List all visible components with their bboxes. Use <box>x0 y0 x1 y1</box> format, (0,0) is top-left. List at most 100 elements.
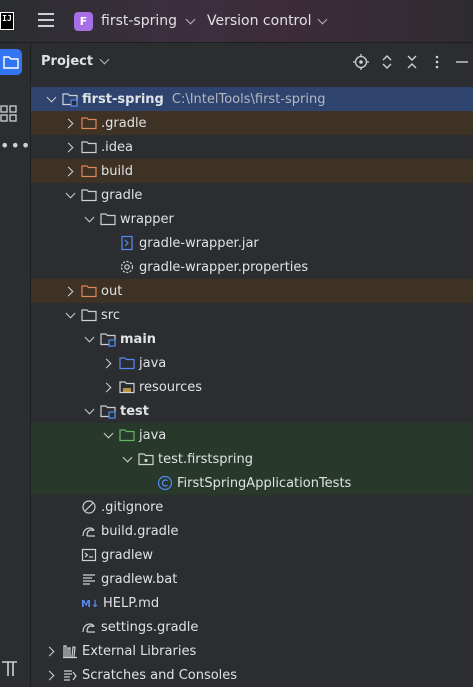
tree-item-label: src <box>101 307 120 323</box>
tree-item-label: gradlew.bat <box>101 571 178 587</box>
tree-item-label: test <box>120 403 149 419</box>
chevron-down-icon <box>318 14 328 24</box>
libraries-icon <box>62 643 78 659</box>
app-logo-icon[interactable]: IJ <box>0 12 14 30</box>
tree-item-label: Scratches and Consoles <box>82 667 238 683</box>
tree-item[interactable]: wrapper <box>31 207 473 231</box>
tree-item[interactable]: test <box>31 399 473 423</box>
collapsed-arrow-icon[interactable] <box>62 163 78 179</box>
tree-item[interactable]: gradlew <box>31 543 473 567</box>
expanded-arrow-icon[interactable] <box>81 403 97 419</box>
options-icon[interactable] <box>429 54 445 70</box>
expanded-arrow-icon[interactable] <box>62 307 78 323</box>
collapsed-arrow-icon[interactable] <box>62 283 78 299</box>
more-tools-icon[interactable]: ••• <box>0 138 30 154</box>
project-tool-button[interactable] <box>0 49 22 75</box>
project-view-selector[interactable]: Project <box>41 54 110 69</box>
class-icon <box>157 475 173 491</box>
terminal-tool-button[interactable] <box>0 658 20 678</box>
tree-item-label: gradle-wrapper.properties <box>139 259 309 275</box>
tree-item[interactable]: gradle-wrapper.jar <box>31 231 473 255</box>
project-name: first-spring <box>101 13 177 29</box>
tree-item-label: FirstSpringApplicationTests <box>177 475 352 491</box>
tree-item[interactable]: settings.gradle <box>31 615 473 639</box>
tree-item-label: java <box>139 355 167 371</box>
scratches-icon <box>62 667 78 683</box>
tree-item[interactable]: External Libraries <box>31 639 473 663</box>
chevron-down-icon <box>185 14 196 24</box>
tool-window-stripe: ••• <box>0 43 31 687</box>
module-folder-icon <box>62 91 78 107</box>
expanded-arrow-icon[interactable] <box>43 91 59 107</box>
tree-item[interactable]: .gradle <box>31 111 473 135</box>
collapsed-arrow-icon[interactable] <box>43 643 59 659</box>
project-path: C:\IntelTools\first-spring <box>171 91 326 107</box>
tree-item-label: build.gradle <box>101 523 179 539</box>
resources-folder-icon <box>119 379 135 395</box>
tree-item[interactable]: java <box>31 351 473 375</box>
tree-item-label: .idea <box>101 139 133 155</box>
tree-item[interactable]: FirstSpringApplicationTests <box>31 471 473 495</box>
markdown-icon: M↓ <box>81 595 99 611</box>
collapsed-arrow-icon[interactable] <box>43 667 59 683</box>
tree-item[interactable]: java <box>31 423 473 447</box>
tree-item-label: .gitignore <box>101 499 164 515</box>
shell-script-icon <box>81 547 97 563</box>
package-icon <box>138 451 154 467</box>
tree-item[interactable]: gradlew.bat <box>31 567 473 591</box>
module-folder-icon <box>100 331 116 347</box>
tree-item[interactable]: gradle <box>31 183 473 207</box>
tree-item[interactable]: first-spring C:\IntelTools\first-spring <box>31 87 473 111</box>
version-control-label: Version control <box>207 13 312 29</box>
expanded-arrow-icon[interactable] <box>100 427 116 443</box>
expanded-arrow-icon[interactable] <box>62 187 78 203</box>
tree-item[interactable]: src <box>31 303 473 327</box>
tree-item-label: settings.gradle <box>101 619 199 635</box>
expanded-arrow-icon[interactable] <box>119 451 135 467</box>
tree-item[interactable]: resources <box>31 375 473 399</box>
tree-item-label: build <box>101 163 133 179</box>
collapsed-arrow-icon[interactable] <box>62 139 78 155</box>
folder-icon <box>81 187 97 203</box>
project-panel: Project first-spring C:\IntelTools\first-… <box>31 43 473 687</box>
project-badge-icon: F <box>74 11 93 31</box>
collapse-all-icon[interactable] <box>404 54 420 70</box>
text-file-icon <box>81 571 97 587</box>
main-menu-icon[interactable] <box>38 13 54 27</box>
structure-tool-button[interactable] <box>0 103 18 123</box>
tree-item[interactable]: .gitignore <box>31 495 473 519</box>
folder-icon <box>81 139 97 155</box>
folder-icon <box>3 56 19 69</box>
expanded-arrow-icon[interactable] <box>81 331 97 347</box>
version-control-menu[interactable]: Version control <box>207 10 328 32</box>
structure-icon <box>0 105 17 122</box>
tree-item[interactable]: main <box>31 327 473 351</box>
jar-file-icon <box>119 235 135 251</box>
tree-item[interactable]: Scratches and Consoles <box>31 663 473 687</box>
tree-item-label: out <box>101 283 123 299</box>
project-switcher[interactable]: F first-spring <box>74 10 196 32</box>
tree-item[interactable]: out <box>31 279 473 303</box>
gradle-icon <box>81 523 97 539</box>
tree-item[interactable]: M↓ HELP.md <box>31 591 473 615</box>
tree-item[interactable]: test.firstspring <box>31 447 473 471</box>
svg-text:M↓: M↓ <box>81 599 99 610</box>
tree-item-label: java <box>139 427 167 443</box>
tree-item[interactable]: .idea <box>31 135 473 159</box>
collapsed-arrow-icon[interactable] <box>100 355 116 371</box>
locate-icon[interactable] <box>353 54 369 70</box>
folder-icon <box>81 307 97 323</box>
expanded-arrow-icon[interactable] <box>81 211 97 227</box>
expand-all-icon[interactable] <box>379 54 395 70</box>
collapsed-arrow-icon[interactable] <box>100 379 116 395</box>
project-tree: first-spring C:\IntelTools\first-spring .g… <box>31 87 473 687</box>
tree-item[interactable]: build <box>31 159 473 183</box>
hide-panel-icon[interactable] <box>454 54 470 70</box>
properties-gear-icon <box>119 259 135 275</box>
tree-item[interactable]: gradle-wrapper.properties <box>31 255 473 279</box>
gitignore-icon <box>81 499 97 515</box>
tree-item[interactable]: build.gradle <box>31 519 473 543</box>
collapsed-arrow-icon[interactable] <box>62 115 78 131</box>
gradle-icon <box>81 619 97 635</box>
source-folder-icon <box>119 355 135 371</box>
